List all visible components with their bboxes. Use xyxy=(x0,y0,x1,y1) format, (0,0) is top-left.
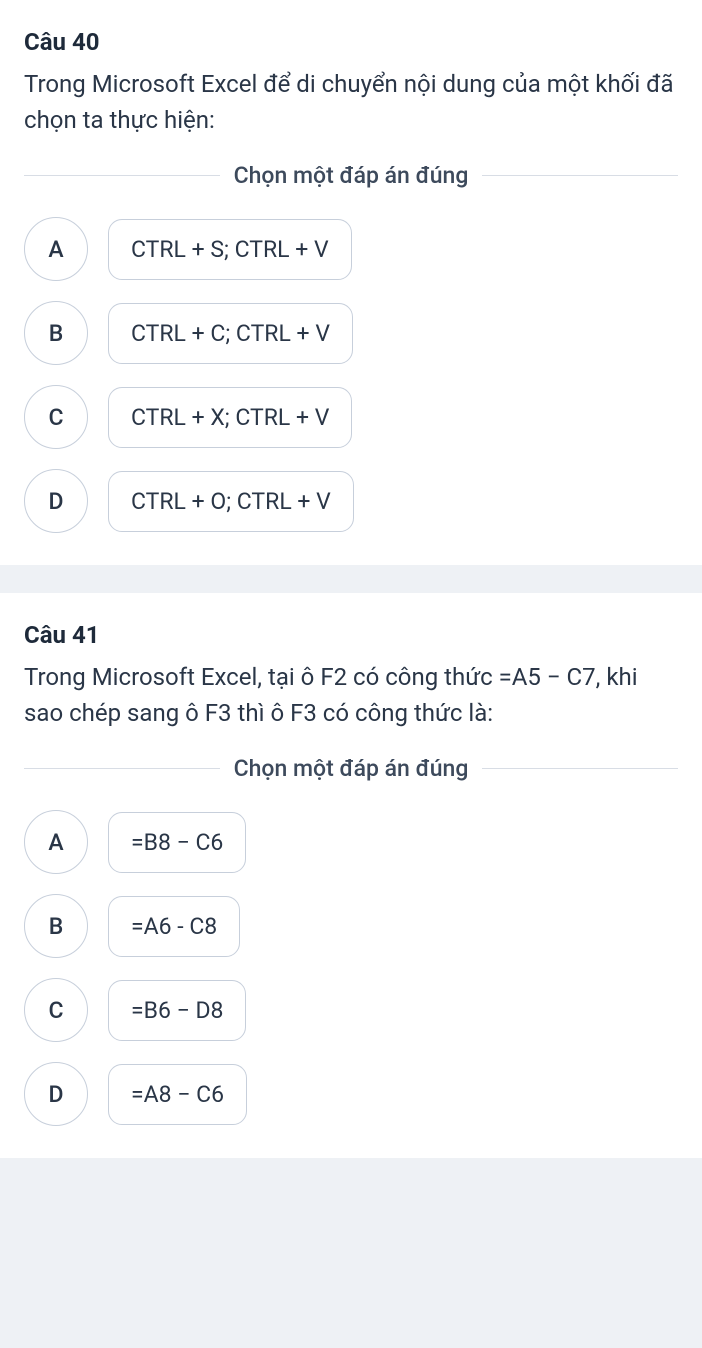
option-letter-button[interactable]: C xyxy=(24,385,88,449)
instruction-label: Chọn một đáp án đúng xyxy=(220,755,483,782)
card-spacer xyxy=(0,565,702,593)
option-text-button[interactable]: CTRL + C; CTRL + V xyxy=(108,303,353,364)
option-row: A =B8 − C6 xyxy=(24,810,678,874)
option-letter-button[interactable]: D xyxy=(24,469,88,533)
question-card: Câu 41 Trong Microsoft Excel, tại ô F2 c… xyxy=(0,593,702,1158)
option-letter-button[interactable]: D xyxy=(24,1062,88,1126)
question-text: Trong Microsoft Excel, tại ô F2 có công … xyxy=(24,659,678,731)
option-row: C =B6 − D8 xyxy=(24,978,678,1042)
option-letter-button[interactable]: B xyxy=(24,894,88,958)
instruction-divider: Chọn một đáp án đúng xyxy=(24,162,678,189)
question-title: Câu 41 xyxy=(24,621,678,649)
question-card: Câu 40 Trong Microsoft Excel để di chuyể… xyxy=(0,0,702,565)
option-letter-button[interactable]: C xyxy=(24,978,88,1042)
question-text: Trong Microsoft Excel để di chuyển nội d… xyxy=(24,66,678,138)
option-row: D CTRL + O; CTRL + V xyxy=(24,469,678,533)
option-text-button[interactable]: CTRL + S; CTRL + V xyxy=(108,219,352,280)
options-list: A =B8 − C6 B =A6 - C8 C =B6 − D8 D =A8 −… xyxy=(24,810,678,1126)
divider-line xyxy=(24,175,220,176)
option-text-button[interactable]: =A8 − C6 xyxy=(108,1064,247,1125)
instruction-label: Chọn một đáp án đúng xyxy=(220,162,483,189)
divider-line xyxy=(482,175,678,176)
options-list: A CTRL + S; CTRL + V B CTRL + C; CTRL + … xyxy=(24,217,678,533)
option-letter-button[interactable]: B xyxy=(24,301,88,365)
divider-line xyxy=(24,768,220,769)
option-letter-button[interactable]: A xyxy=(24,810,88,874)
option-row: C CTRL + X; CTRL + V xyxy=(24,385,678,449)
option-text-button[interactable]: =B8 − C6 xyxy=(108,812,246,873)
option-row: B CTRL + C; CTRL + V xyxy=(24,301,678,365)
option-row: A CTRL + S; CTRL + V xyxy=(24,217,678,281)
option-row: D =A8 − C6 xyxy=(24,1062,678,1126)
option-text-button[interactable]: =A6 - C8 xyxy=(108,896,240,957)
question-title: Câu 40 xyxy=(24,28,678,56)
option-text-button[interactable]: =B6 − D8 xyxy=(108,980,246,1041)
divider-line xyxy=(482,768,678,769)
option-text-button[interactable]: CTRL + O; CTRL + V xyxy=(108,471,354,532)
option-letter-button[interactable]: A xyxy=(24,217,88,281)
option-row: B =A6 - C8 xyxy=(24,894,678,958)
instruction-divider: Chọn một đáp án đúng xyxy=(24,755,678,782)
option-text-button[interactable]: CTRL + X; CTRL + V xyxy=(108,387,352,448)
